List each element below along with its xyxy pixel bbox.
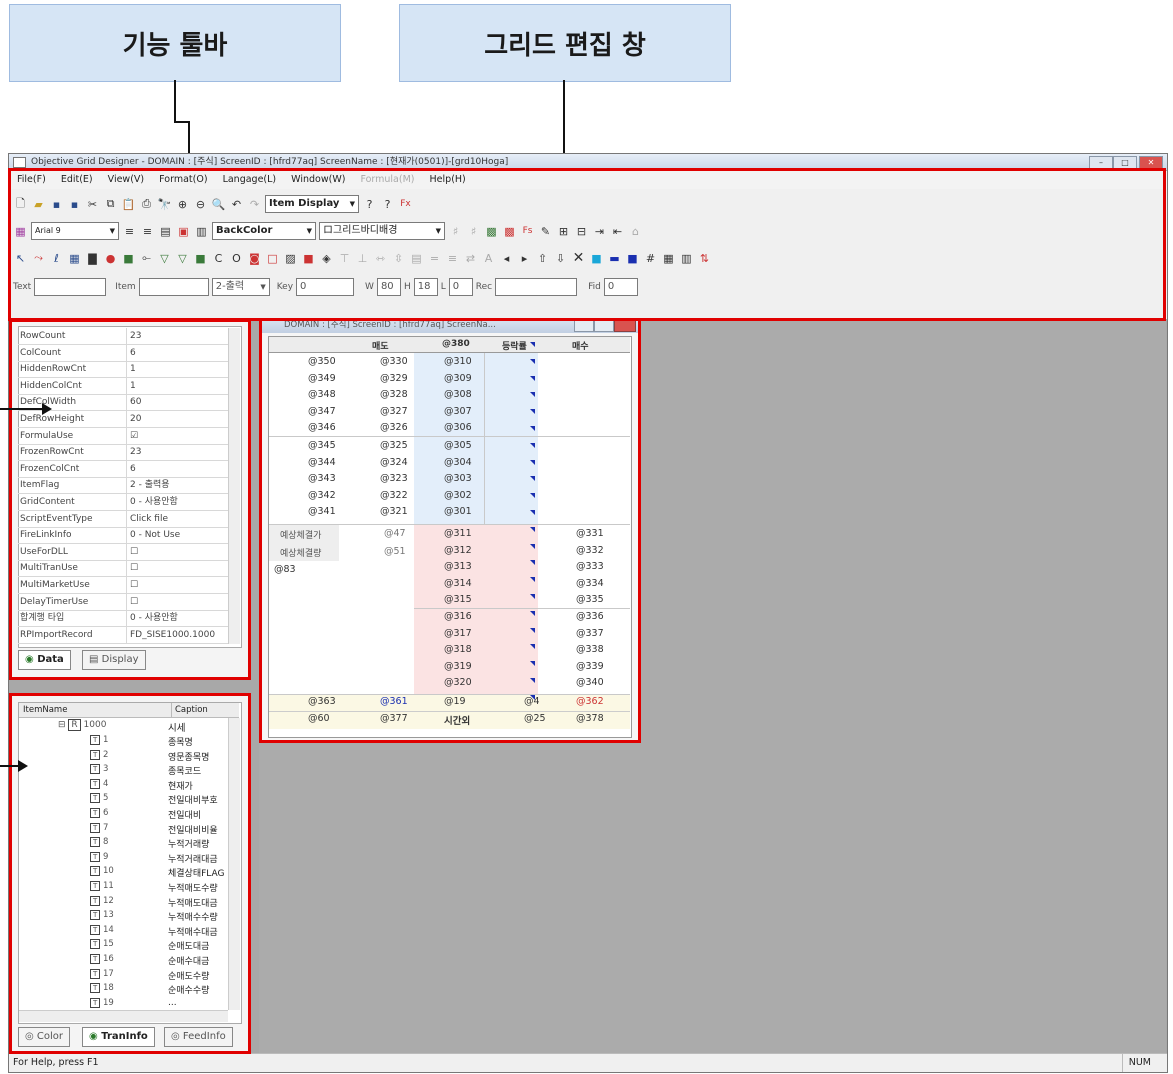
- tree-highlight-frame: [9, 693, 251, 1054]
- status-help: For Help, press F1: [13, 1057, 99, 1068]
- connector-line: [0, 765, 18, 767]
- arrow-right-icon: [18, 760, 28, 772]
- connector-line: [174, 80, 176, 122]
- toolbar-highlight-frame: [8, 168, 1166, 321]
- status-num: NUM: [1121, 1054, 1151, 1072]
- grid-highlight-frame: [259, 318, 641, 743]
- callout-grid-edit: 그리드 편집 창: [399, 4, 731, 82]
- arrow-right-icon: [42, 403, 52, 415]
- connector-line: [0, 408, 42, 410]
- status-bar: For Help, press F1 NUM: [9, 1053, 1167, 1072]
- callout-toolbar-label: 기능 툴바: [122, 30, 228, 61]
- app-icon: [13, 157, 26, 168]
- connector-line: [188, 121, 190, 155]
- callout-toolbar: 기능 툴바: [9, 4, 341, 82]
- property-highlight-frame: [9, 319, 251, 680]
- callout-grid-edit-label: 그리드 편집 창: [484, 30, 646, 61]
